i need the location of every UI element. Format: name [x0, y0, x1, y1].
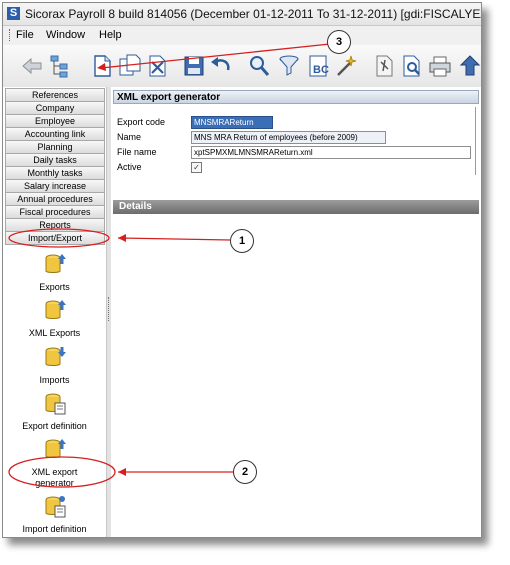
- details-section-header[interactable]: Details: [113, 200, 479, 214]
- callout-1: 1: [230, 229, 254, 253]
- tile-label-xml-export-generator: XML export generator: [31, 467, 78, 488]
- application-window: S Sicorax Payroll 8 build 814056 (Decemb…: [2, 2, 482, 538]
- nav-accounting-link[interactable]: Accounting link: [5, 127, 105, 141]
- nav-planning[interactable]: Planning: [5, 140, 105, 154]
- tile-export-definition[interactable]: Export definition: [3, 390, 106, 431]
- navigation-pane: References Company Employee Accounting l…: [3, 87, 106, 537]
- file-name-label: File name: [117, 147, 157, 157]
- toolbar: BC: [3, 45, 481, 88]
- export-code-field[interactable]: MNSMRAReturn: [191, 116, 273, 129]
- nav-daily-tasks[interactable]: Daily tasks: [5, 153, 105, 167]
- tile-imports[interactable]: Imports: [3, 344, 106, 385]
- database-export-icon: [45, 439, 66, 458]
- nav-employee[interactable]: Employee: [5, 114, 105, 128]
- panel-title: XML export generator: [113, 90, 479, 104]
- callout-3: 3: [327, 30, 351, 54]
- nav-annual-procedures[interactable]: Annual procedures: [5, 192, 105, 206]
- wand-icon[interactable]: [333, 53, 359, 79]
- tile-label-export-definition: Export definition: [22, 421, 87, 431]
- svg-text:BC: BC: [313, 64, 329, 76]
- menu-grip: [9, 29, 12, 41]
- nav-reports[interactable]: Reports: [5, 218, 105, 232]
- menu-help[interactable]: Help: [99, 29, 122, 41]
- tile-label-imports: Imports: [39, 375, 70, 385]
- active-label: Active: [117, 162, 142, 172]
- content-pane: XML export generator Export code MNSMRAR…: [111, 87, 481, 537]
- form-right-border: [475, 107, 476, 175]
- undo-icon[interactable]: [208, 53, 234, 79]
- database-definition-icon: [45, 393, 65, 415]
- nav-salary-increase[interactable]: Salary increase: [5, 179, 105, 193]
- save-icon[interactable]: [181, 53, 207, 79]
- database-import-icon: [45, 347, 66, 366]
- nav-import-export[interactable]: Import/Export: [5, 231, 105, 245]
- tile-label-import-definition: Import definition: [22, 524, 87, 534]
- tile-import-definition[interactable]: Import definition: [3, 493, 106, 534]
- database-export-icon: [45, 254, 66, 273]
- database-export-icon: [45, 300, 66, 319]
- new-document-icon[interactable]: [89, 53, 115, 79]
- window-title: Sicorax Payroll 8 build 814056 (December…: [25, 7, 481, 21]
- app-icon: S: [7, 7, 20, 20]
- name-label: Name: [117, 132, 142, 142]
- name-field[interactable]: MNS MRA Return of employees (before 2009…: [191, 131, 386, 144]
- tile-label-exports: Exports: [39, 282, 70, 292]
- nav-company[interactable]: Company: [5, 101, 105, 115]
- sort-icon[interactable]: BC: [305, 53, 331, 79]
- delete-document-icon[interactable]: [144, 53, 170, 79]
- search-icon[interactable]: [246, 53, 272, 79]
- menu-file[interactable]: File: [16, 29, 34, 41]
- tree-icon[interactable]: [47, 53, 73, 79]
- preview-icon[interactable]: [399, 53, 425, 79]
- pin-document-icon[interactable]: [371, 53, 397, 79]
- copy-document-icon[interactable]: [117, 53, 143, 79]
- tile-exports[interactable]: Exports: [3, 251, 106, 292]
- upload-icon[interactable]: [457, 53, 482, 79]
- tile-xml-exports[interactable]: XML Exports: [3, 297, 106, 338]
- menu-window[interactable]: Window: [46, 29, 85, 41]
- nav-monthly-tasks[interactable]: Monthly tasks: [5, 166, 105, 180]
- print-icon[interactable]: [427, 53, 453, 79]
- title-bar: S Sicorax Payroll 8 build 814056 (Decemb…: [3, 3, 481, 26]
- filter-icon[interactable]: [276, 53, 302, 79]
- tile-xml-export-generator[interactable]: XML export generator: [3, 436, 106, 489]
- menu-bar: File Window Help: [3, 26, 481, 44]
- tile-label-xml-exports: XML Exports: [28, 328, 81, 338]
- nav-references[interactable]: References: [5, 88, 105, 102]
- active-checkbox[interactable]: ✓: [191, 162, 202, 173]
- callout-2: 2: [233, 460, 257, 484]
- file-name-field[interactable]: xptSPMXMLMNSMRAReturn.xml: [191, 146, 471, 159]
- database-definition-icon: [45, 496, 65, 518]
- export-code-label: Export code: [117, 117, 166, 127]
- back-arrow-icon[interactable]: [19, 53, 45, 79]
- nav-fiscal-procedures[interactable]: Fiscal procedures: [5, 205, 105, 219]
